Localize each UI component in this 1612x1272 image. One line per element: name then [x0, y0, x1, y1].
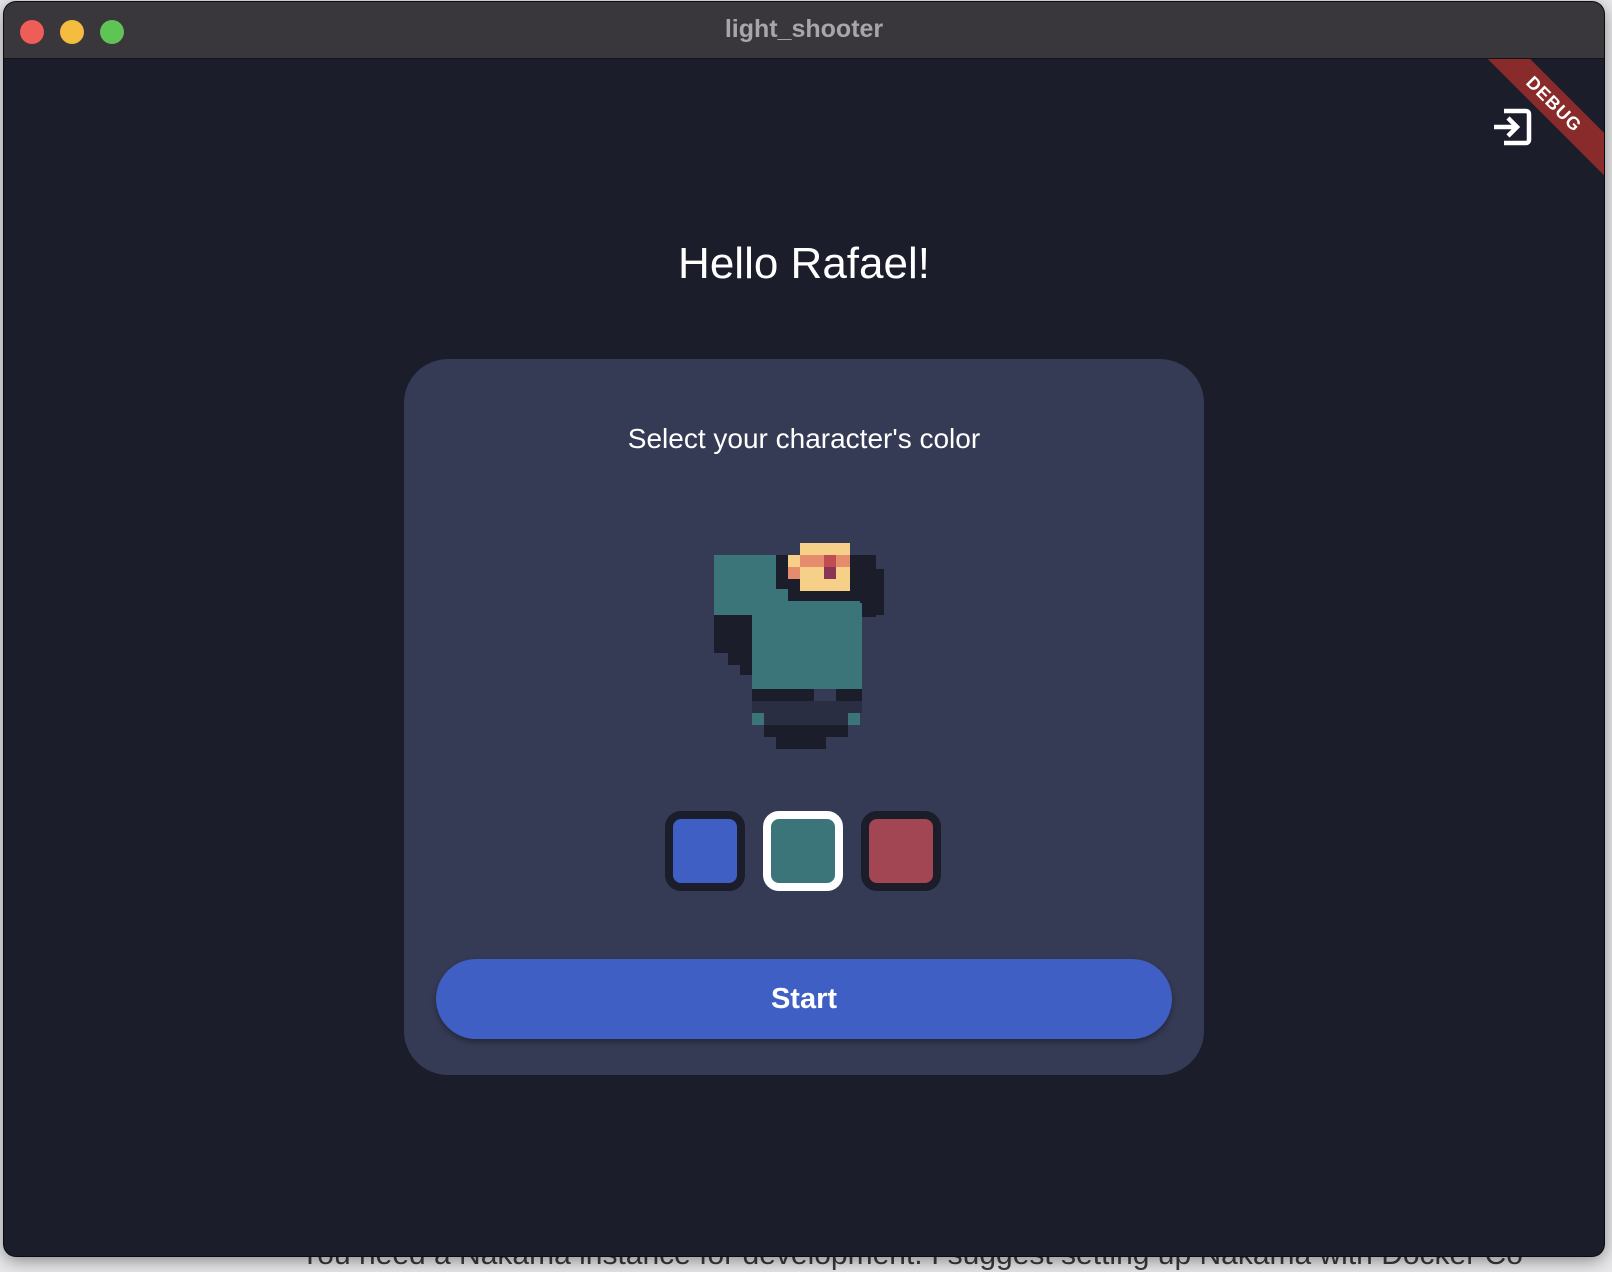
- card-title: Select your character's color: [627, 423, 981, 454]
- login-icon-graphic: [1494, 108, 1532, 146]
- color-swatch-blue[interactable]: [665, 811, 745, 891]
- character-sprite: [714, 543, 884, 749]
- login-icon[interactable]: [1490, 105, 1534, 149]
- app-window: light_shooter DEBUG Hello Rafael! Select…: [4, 2, 1604, 1256]
- greeting-heading: Hello Rafael!: [678, 239, 930, 288]
- window-title: light_shooter: [724, 15, 884, 43]
- color-swatch-red[interactable]: [861, 811, 941, 891]
- character-card: Select your character's color Start: [404, 359, 1204, 1075]
- color-swatch-group: [665, 811, 947, 891]
- app-content: DEBUG Hello Rafael! Select your characte…: [4, 59, 1604, 1256]
- start-button[interactable]: Start: [436, 959, 1172, 1039]
- color-swatch-teal[interactable]: [763, 811, 843, 891]
- title-bar[interactable]: light_shooter: [4, 2, 1604, 59]
